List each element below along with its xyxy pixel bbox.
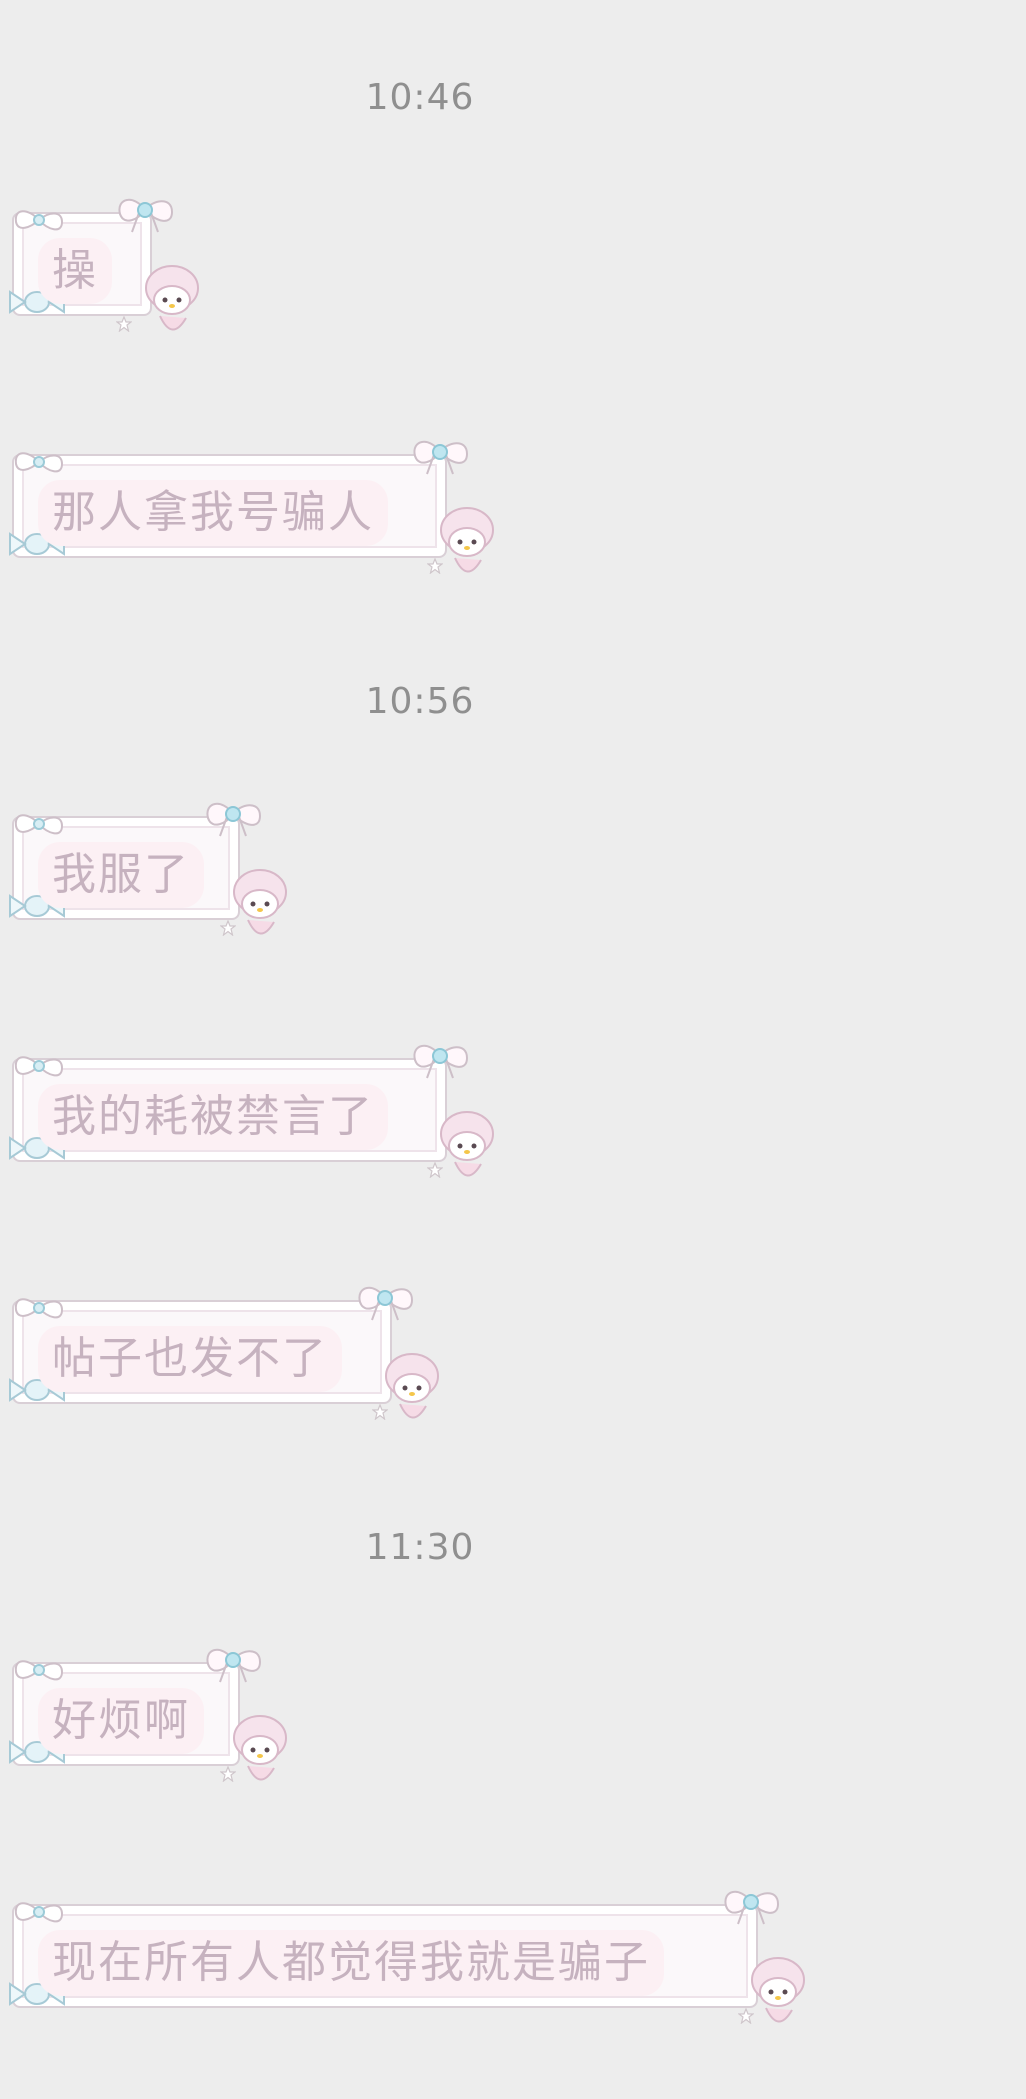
message-bubble[interactable]: 我的耗被禁言了 — [9, 1034, 494, 1184]
chat-area: 10:46 操 那人拿我号骗人 10:56 我服了 我的耗被禁言了 帖子也发不了… — [0, 0, 1026, 2099]
star-icon — [220, 920, 236, 936]
message-text: 帖子也发不了 — [38, 1326, 342, 1392]
message-bubble[interactable]: 帖子也发不了 — [9, 1276, 439, 1426]
bow-icon — [413, 441, 469, 475]
bow-icon — [14, 452, 64, 473]
bow-icon — [14, 1298, 64, 1319]
bow-icon — [206, 803, 262, 837]
message-text: 那人拿我号骗人 — [38, 480, 388, 546]
bow-icon — [724, 1891, 780, 1925]
star-icon — [372, 1404, 388, 1420]
message-bubble[interactable]: 现在所有人都觉得我就是骗子 — [9, 1880, 805, 2030]
star-icon — [220, 1766, 236, 1782]
bow-icon — [14, 814, 64, 835]
bow-icon — [14, 1660, 64, 1681]
bow-icon — [14, 210, 64, 231]
message-text: 操 — [38, 238, 112, 304]
message-bubble[interactable]: 好烦啊 — [9, 1638, 287, 1788]
star-icon — [427, 1162, 443, 1178]
message-bubble[interactable]: 操 — [9, 188, 199, 338]
star-icon — [738, 2008, 754, 2024]
message-bubble[interactable]: 那人拿我号骗人 — [9, 430, 494, 580]
star-icon — [427, 558, 443, 574]
message-bubble[interactable]: 我服了 — [9, 792, 287, 942]
message-text: 现在所有人都觉得我就是骗子 — [38, 1930, 664, 1996]
timestamp: 10:56 — [365, 681, 475, 722]
timestamp: 11:30 — [365, 1527, 475, 1568]
bow-icon — [413, 1045, 469, 1079]
timestamp: 10:46 — [365, 77, 475, 118]
bow-icon — [14, 1902, 64, 1923]
bow-icon — [118, 199, 174, 233]
message-text: 我的耗被禁言了 — [38, 1084, 388, 1150]
message-text: 我服了 — [38, 842, 204, 908]
bow-icon — [206, 1649, 262, 1683]
message-text: 好烦啊 — [38, 1688, 204, 1754]
bow-icon — [14, 1056, 64, 1077]
my-melody-icon — [145, 265, 199, 331]
bow-icon — [358, 1287, 414, 1321]
star-icon — [116, 316, 132, 332]
